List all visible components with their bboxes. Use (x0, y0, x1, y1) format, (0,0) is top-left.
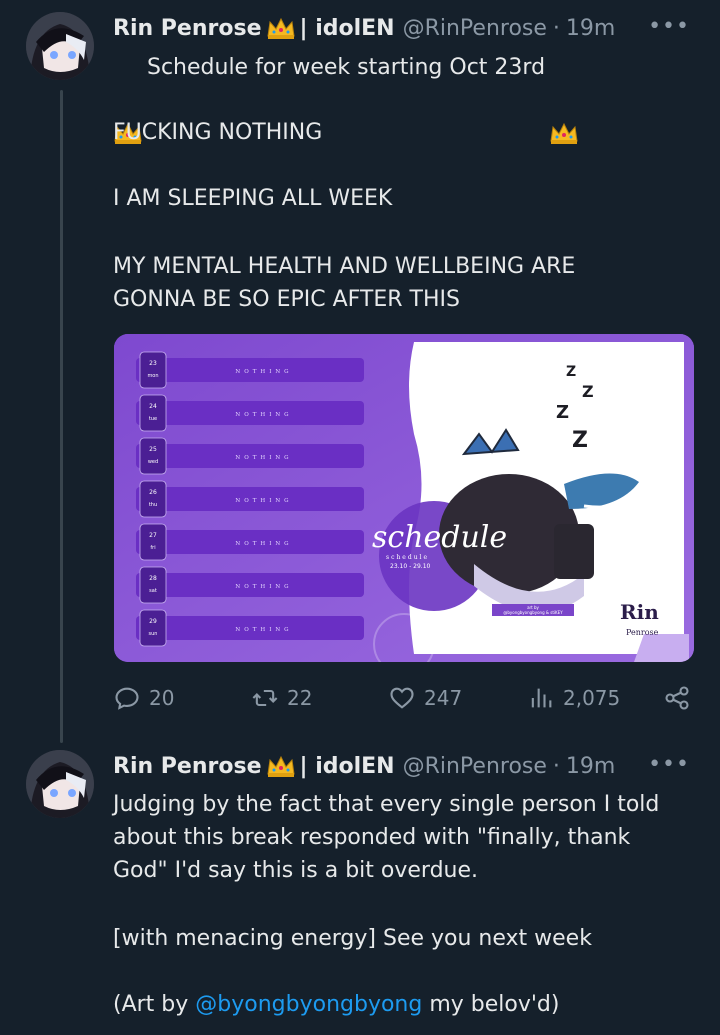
day-badge (139, 609, 167, 647)
sleep-z-icon: Z (582, 382, 594, 401)
day-number: 27 (149, 532, 157, 539)
day-number: 25 (149, 446, 157, 453)
tweet-paragraph: I AM SLEEPING ALL WEEK (113, 186, 393, 211)
logo-rin: Rin (620, 600, 659, 624)
day-plan: NOTHING (235, 498, 292, 504)
like-button[interactable]: 247 (388, 680, 462, 716)
day-name: sun (149, 631, 158, 637)
author-handle[interactable]: @RinPenrose (403, 16, 547, 41)
author-name[interactable]: Rin Penrose (113, 754, 262, 779)
day-number: 26 (149, 489, 157, 496)
dot-separator: · (552, 753, 560, 779)
socials-line: RinPenrose RinPenrose Ch (434, 630, 489, 635)
sleep-z-icon: Z (566, 364, 577, 380)
day-plan: NOTHING (235, 412, 292, 418)
reply-count: 20 (149, 686, 175, 710)
credit-suffix: my belov'd) (422, 992, 560, 1017)
view-count: 2,075 (563, 686, 621, 710)
dot-separator: · (552, 15, 560, 41)
day-badge (139, 437, 167, 475)
heart-icon (390, 687, 414, 709)
day-badge (139, 351, 167, 389)
share-button[interactable] (663, 680, 691, 716)
day-badge (139, 566, 167, 604)
day-plan: NOTHING (235, 369, 292, 375)
author-handle[interactable]: @RinPenrose (403, 754, 547, 779)
art-credit-banner: art by @byongbyongbyong & stiKEY (492, 604, 574, 616)
views-button[interactable]: 2,075 (527, 680, 620, 716)
logo-penrose: Penrose (626, 628, 659, 637)
day-badge (139, 394, 167, 432)
day-plan: NOTHING (235, 584, 292, 590)
more-options-icon[interactable]: ••• (648, 14, 690, 39)
tweet-title-line: Schedule for week starting Oct 23rd (113, 50, 693, 144)
day-number: 23 (149, 360, 157, 367)
author-affiliation: | idolEN (299, 753, 395, 779)
reply-icon (115, 687, 139, 710)
schedule-title-text: Schedule for week starting Oct 23rd (147, 54, 546, 80)
day-name: fri (150, 545, 155, 551)
reply-button[interactable]: 20 (113, 680, 174, 716)
views-icon (531, 688, 552, 708)
crown-icon (113, 55, 143, 144)
tweet-actions: 20 22 247 2,075 (113, 680, 693, 716)
tweet-paragraph: Judging by the fact that every single pe… (113, 792, 660, 883)
day-name: sat (149, 588, 157, 594)
day-name: tue (149, 416, 157, 422)
more-options-icon[interactable]: ••• (648, 752, 690, 777)
timestamp[interactable]: 19m (566, 754, 615, 779)
sleep-z-icon: Z (572, 428, 588, 453)
like-count: 247 (424, 686, 463, 710)
day-number: 24 (149, 403, 157, 410)
retweet-button[interactable]: 22 (251, 680, 312, 716)
crown-icon (266, 754, 296, 778)
day-badge (139, 523, 167, 561)
schedule-small-title: schedule (386, 554, 430, 561)
day-plan: NOTHING (235, 455, 292, 461)
tweet-paragraph: [with menacing energy] See you next week (113, 926, 592, 951)
timestamp[interactable]: 19m (566, 16, 615, 41)
tweet-header: Rin Penrose | idolEN @RinPenrose · 19m (113, 750, 615, 782)
hashtags-line: #RinPenrose · #idolproduce · #rinplushsa… (434, 641, 527, 646)
day-name: mon (147, 373, 158, 379)
schedule-date-range: 23.10 - 29.10 (390, 563, 431, 570)
credit-prefix: (Art by (113, 992, 196, 1017)
art-credit-line: (Art by @byongbyongbyong my belov'd) (113, 988, 693, 1021)
schedule-image[interactable]: 23 mon NOTHING 24 tue NOTHING 25 wed NOTHING 26 th… (114, 334, 694, 662)
avatar[interactable] (26, 750, 94, 818)
tweet-paragraph: FUCKING NOTHING (113, 120, 323, 145)
day-number: 29 (149, 618, 157, 625)
retweet-count: 22 (287, 686, 313, 710)
day-name: thu (149, 502, 157, 508)
tweet-paragraph: MY MENTAL HEALTH AND WELLBEING ARE GONNA… (113, 254, 576, 312)
crown-icon (266, 16, 296, 40)
crown-icon (549, 55, 579, 144)
day-plan: NOTHING (235, 627, 292, 633)
tweet-header: Rin Penrose | idolEN @RinPenrose · 19m (113, 12, 615, 44)
day-badge (139, 480, 167, 518)
day-number: 28 (149, 575, 157, 582)
thread-line (60, 90, 63, 743)
avatar[interactable] (26, 12, 94, 80)
day-plan: NOTHING (235, 541, 292, 547)
share-icon (665, 686, 689, 710)
sleep-z-icon: Z (556, 402, 570, 423)
retweet-icon (252, 689, 278, 707)
schedule-script-title: schedule (372, 520, 508, 555)
day-name: wed (148, 459, 158, 465)
author-name[interactable]: Rin Penrose (113, 16, 262, 41)
mention-link[interactable]: @byongbyongbyong (195, 992, 422, 1017)
author-affiliation: | idolEN (299, 15, 395, 41)
